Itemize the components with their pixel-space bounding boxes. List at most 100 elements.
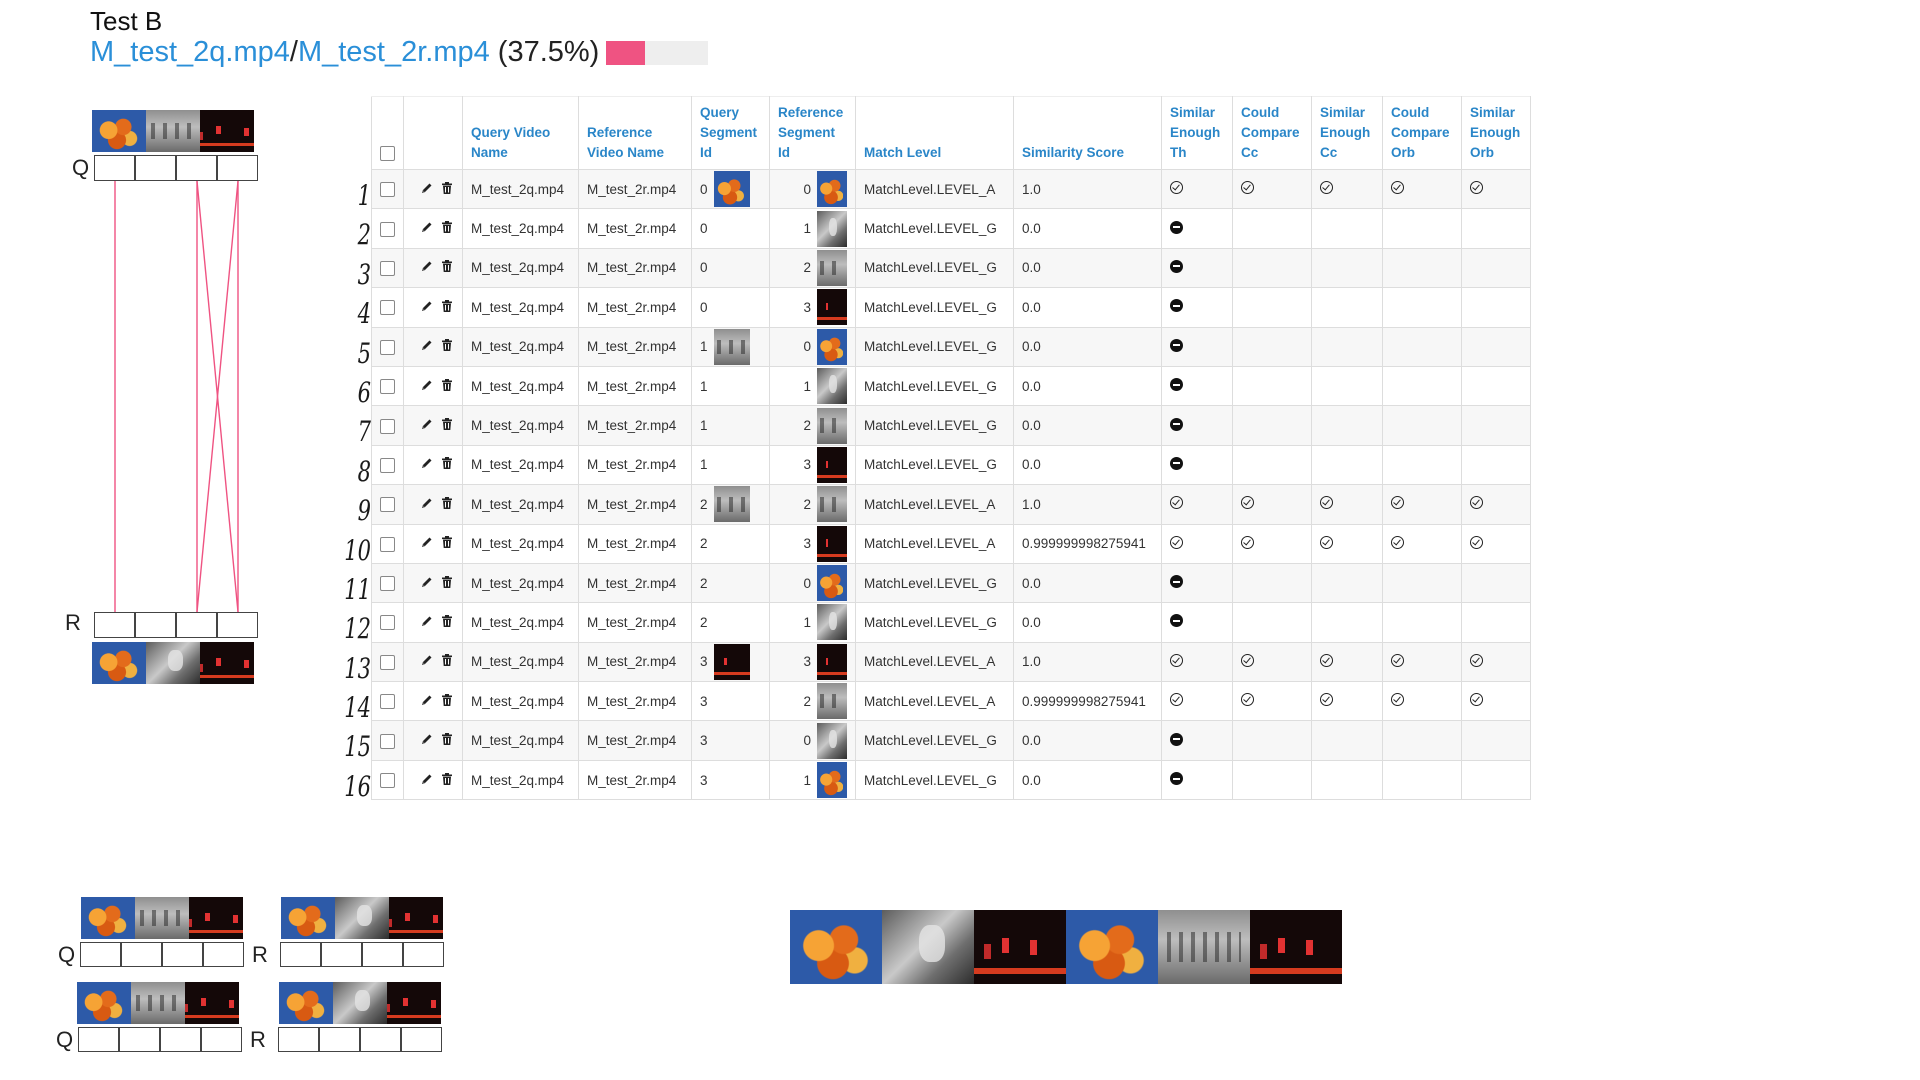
table-row[interactable]: M_test_2q.mp4 M_test_2r.mp4 2 0 MatchLevel.L… <box>371 562 1531 604</box>
pencil-icon[interactable] <box>420 456 434 473</box>
check-circle-icon <box>1320 496 1333 510</box>
pencil-icon[interactable] <box>420 614 434 631</box>
trash-icon[interactable] <box>440 496 454 513</box>
trash-icon[interactable] <box>440 653 454 670</box>
pencil-icon[interactable] <box>420 693 434 710</box>
select-all-checkbox[interactable] <box>380 145 395 161</box>
table-row[interactable]: M_test_2q.mp4 M_test_2r.mp4 3 1 MatchLevel.L… <box>371 759 1531 801</box>
reference-file-link[interactable]: M_test_2r.mp4 <box>298 36 490 69</box>
trash-icon[interactable] <box>440 693 454 710</box>
row-checkbox[interactable] <box>380 457 395 473</box>
row-checkbox[interactable] <box>380 497 395 513</box>
trash-icon[interactable] <box>440 299 454 316</box>
pencil-icon[interactable] <box>420 535 434 552</box>
pencil-icon[interactable] <box>420 220 434 237</box>
table-row[interactable]: M_test_2q.mp4 M_test_2r.mp4 0 2 MatchLevel.L… <box>371 247 1531 289</box>
query-file-link[interactable]: M_test_2q.mp4 <box>90 36 290 69</box>
minus-circle-icon <box>1170 338 1183 352</box>
pencil-icon[interactable] <box>420 496 434 513</box>
pencil-icon[interactable] <box>420 772 434 789</box>
similar-enough-cc-cell <box>1311 405 1383 446</box>
minus-circle-icon <box>1170 220 1183 234</box>
table-row[interactable]: M_test_2q.mp4 M_test_2r.mp4 3 0 MatchLevel.L… <box>371 720 1531 761</box>
mini-thumb <box>333 982 387 1024</box>
trash-icon[interactable] <box>440 220 454 237</box>
pencil-icon[interactable] <box>420 378 434 395</box>
similar-enough-orb-cell <box>1461 681 1531 722</box>
pencil-icon[interactable] <box>420 732 434 749</box>
similarity-score: 0.0 <box>1013 365 1162 407</box>
row-checkbox[interactable] <box>380 418 395 434</box>
row-checkbox[interactable] <box>380 221 395 237</box>
trash-icon[interactable] <box>440 772 454 789</box>
reference-segment-cell: 1 <box>769 365 856 407</box>
col-could-compare-orb[interactable]: Could Compare Orb <box>1382 96 1462 170</box>
table-row[interactable]: M_test_2q.mp4 M_test_2r.mp4 1 3 MatchLevel.L… <box>371 444 1531 486</box>
row-checkbox[interactable] <box>380 339 395 355</box>
pencil-icon[interactable] <box>420 181 434 198</box>
trash-icon[interactable] <box>440 259 454 276</box>
trash-icon[interactable] <box>440 575 454 592</box>
similar-enough-cc-cell <box>1311 444 1383 486</box>
row-checkbox[interactable] <box>380 733 395 749</box>
row-checkbox[interactable] <box>380 182 395 198</box>
table-row[interactable]: M_test_2q.mp4 M_test_2r.mp4 2 1 MatchLevel.L… <box>371 602 1531 643</box>
table-row[interactable]: M_test_2q.mp4 M_test_2r.mp4 1 2 MatchLevel.L… <box>371 405 1531 446</box>
col-query-video-name[interactable]: Query Video Name <box>462 96 579 170</box>
similar-enough-cc-cell <box>1311 168 1383 210</box>
table-row[interactable]: M_test_2q.mp4 M_test_2r.mp4 0 1 MatchLevel.L… <box>371 208 1531 249</box>
row-checkbox[interactable] <box>380 260 395 276</box>
query-segment-id: 1 <box>700 418 708 434</box>
table-row[interactable]: M_test_2q.mp4 M_test_2r.mp4 2 2 MatchLevel.L… <box>371 484 1531 525</box>
match-level: MatchLevel.LEVEL_G <box>855 287 1014 328</box>
mini-thumb <box>279 982 333 1024</box>
row-checkbox[interactable] <box>380 300 395 316</box>
could-compare-cc-cell <box>1232 326 1312 367</box>
reference-segment-box <box>135 612 176 638</box>
pencil-icon[interactable] <box>420 575 434 592</box>
row-checkbox[interactable] <box>380 694 395 710</box>
trash-icon[interactable] <box>440 732 454 749</box>
row-checkbox[interactable] <box>380 576 395 592</box>
file-separator: / <box>289 36 298 68</box>
col-could-compare-cc[interactable]: Could Compare Cc <box>1232 96 1312 170</box>
row-select-cell <box>371 444 404 486</box>
check-circle-icon <box>1170 653 1183 667</box>
trash-icon[interactable] <box>440 338 454 355</box>
col-similar-enough-cc[interactable]: Similar Enough Cc <box>1311 96 1383 170</box>
trash-icon[interactable] <box>440 456 454 473</box>
row-checkbox[interactable] <box>380 773 395 789</box>
pencil-icon[interactable] <box>420 417 434 434</box>
minus-circle-icon <box>1170 614 1183 628</box>
col-similarity-score[interactable]: Similarity Score <box>1013 96 1162 170</box>
table-row[interactable]: M_test_2q.mp4 M_test_2r.mp4 3 2 MatchLevel.L… <box>371 681 1531 722</box>
pencil-icon[interactable] <box>420 338 434 355</box>
row-number: 4 <box>357 297 371 331</box>
table-row[interactable]: M_test_2q.mp4 M_test_2r.mp4 0 3 MatchLevel.L… <box>371 287 1531 328</box>
col-similar-enough-orb[interactable]: Similar Enough Orb <box>1461 96 1531 170</box>
table-row[interactable]: M_test_2q.mp4 M_test_2r.mp4 1 1 MatchLevel.L… <box>371 365 1531 407</box>
trash-icon[interactable] <box>440 378 454 395</box>
table-row[interactable]: M_test_2q.mp4 M_test_2r.mp4 2 3 MatchLevel.L… <box>371 523 1531 564</box>
trash-icon[interactable] <box>440 614 454 631</box>
table-row[interactable]: M_test_2q.mp4 M_test_2r.mp4 1 0 MatchLevel.L… <box>371 326 1531 367</box>
pencil-icon[interactable] <box>420 259 434 276</box>
mini-reference-label: R <box>252 942 268 967</box>
trash-icon[interactable] <box>440 417 454 434</box>
table-row[interactable]: M_test_2q.mp4 M_test_2r.mp4 3 3 MatchLevel.L… <box>371 641 1531 683</box>
row-checkbox[interactable] <box>380 379 395 395</box>
pencil-icon[interactable] <box>420 653 434 670</box>
row-checkbox[interactable] <box>380 654 395 670</box>
table-row[interactable]: M_test_2q.mp4 M_test_2r.mp4 0 0 MatchLevel.L… <box>371 168 1531 210</box>
pencil-icon[interactable] <box>420 299 434 316</box>
col-similar-enough-th[interactable]: Similar Enough Th <box>1161 96 1233 170</box>
trash-icon[interactable] <box>440 181 454 198</box>
similar-enough-cc-cell <box>1311 208 1383 249</box>
row-checkbox[interactable] <box>380 615 395 631</box>
col-reference-video-name[interactable]: Reference Video Name <box>578 96 692 170</box>
col-query-segment-id[interactable]: Query Segment Id <box>691 96 770 170</box>
row-checkbox[interactable] <box>380 536 395 552</box>
col-match-level[interactable]: Match Level <box>855 96 1014 170</box>
trash-icon[interactable] <box>440 535 454 552</box>
col-reference-segment-id[interactable]: Reference Segment Id <box>769 96 856 170</box>
